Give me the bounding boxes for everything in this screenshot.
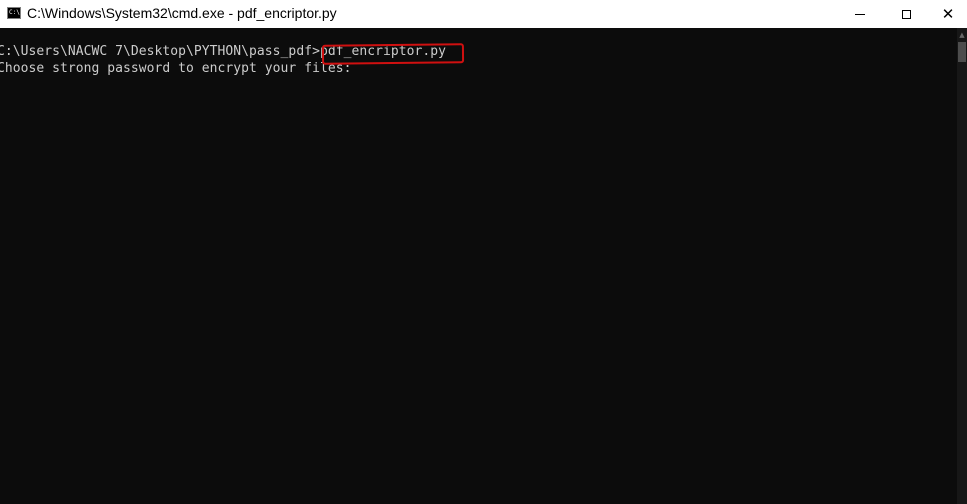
scroll-up-arrow-icon[interactable]: ▲ [957,30,967,40]
console-output[interactable]: C:\Users\NACWC 7\Desktop\PYTHON\pass_pdf… [0,28,957,504]
title-bar[interactable]: C:\ C:\Windows\System32\cmd.exe - pdf_en… [0,0,967,28]
close-icon: ✕ [941,4,955,23]
scrollbar-thumb[interactable] [958,42,966,62]
cmd-window: C:\ C:\Windows\System32\cmd.exe - pdf_en… [0,0,967,504]
minimize-icon [855,13,865,15]
minimize-button[interactable] [837,0,883,28]
maximize-icon [901,9,911,19]
cmd-app-icon[interactable]: C:\ [7,7,21,19]
vertical-scrollbar[interactable]: ▲ [957,28,967,504]
close-button[interactable]: ✕ [929,0,967,28]
red-annotation-box [321,43,465,65]
maximize-button[interactable] [883,0,929,28]
window-title: C:\Windows\System32\cmd.exe - pdf_encrip… [27,5,337,21]
console-line-prompt: Choose strong password to encrypt your f… [0,61,352,76]
